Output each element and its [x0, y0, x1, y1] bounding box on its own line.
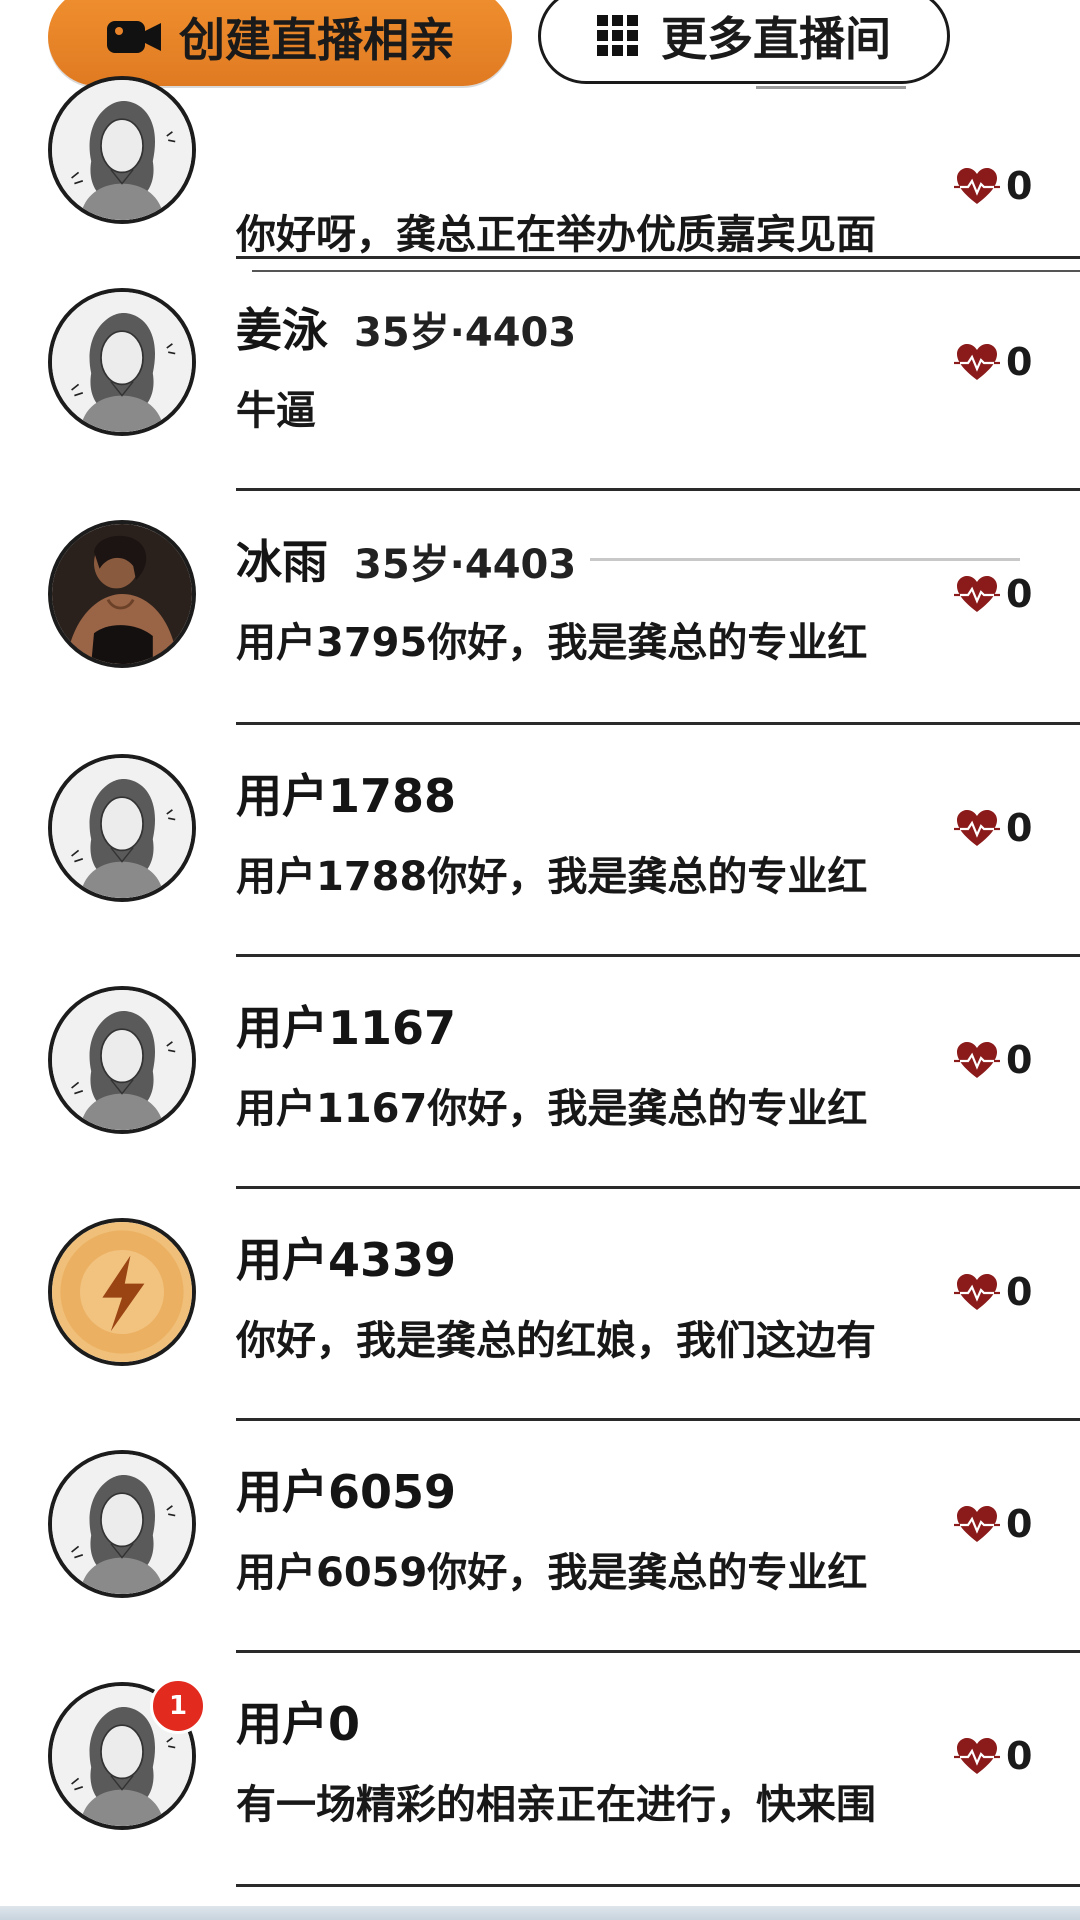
user-name: 用户6059	[236, 1465, 457, 1519]
avatar	[48, 520, 196, 668]
user-name: 用户0	[236, 1697, 361, 1751]
message-preview: 用户1167你好，我是龚总的专业红	[236, 1086, 868, 1132]
heartbeat-icon	[954, 1272, 1000, 1312]
message-preview: 用户1788你好，我是龚总的专业红	[236, 854, 868, 900]
like-indicator: 0	[954, 1270, 1032, 1314]
video-camera-icon	[105, 17, 163, 57]
unread-badge: 1	[150, 1678, 206, 1734]
like-count: 0	[1006, 1270, 1033, 1314]
message-preview: 你好，我是龚总的红娘，我们这边有	[236, 1318, 876, 1364]
heartbeat-icon	[954, 1040, 1000, 1080]
divider	[236, 722, 1080, 725]
divider	[236, 488, 1080, 491]
divider	[236, 1418, 1080, 1421]
name-line: 用户4339	[236, 1224, 456, 1290]
message-preview: 你好呀，龚总正在举办优质嘉宾见面	[236, 212, 876, 258]
user-name: 用户1788	[236, 769, 457, 823]
user-name: 用户4339	[236, 1233, 457, 1287]
name-line: 用户1167	[236, 992, 456, 1058]
name-line: 冰雨 35岁·4403	[236, 526, 576, 592]
list-item[interactable]: 姜泳 35岁·4403 牛逼 0	[0, 288, 1080, 520]
user-meta: 35岁·4403	[354, 310, 577, 356]
decorative-stroke	[590, 558, 1020, 561]
message-preview: 用户6059你好，我是龚总的专业红	[236, 1550, 868, 1596]
create-live-matchmaking-button[interactable]: 创建直播相亲	[48, 0, 512, 86]
like-count: 0	[1006, 1502, 1033, 1546]
bottom-edge	[0, 1906, 1080, 1920]
divider	[236, 1650, 1080, 1653]
list-item[interactable]: 用户1788 用户1788你好，我是龚总的专业红 0	[0, 754, 1080, 986]
heartbeat-icon	[954, 808, 1000, 848]
divider	[236, 256, 1080, 259]
name-line: 姜泳 35岁·4403	[236, 294, 576, 360]
list-item[interactable]: 你好呀，龚总正在举办优质嘉宾见面 0	[0, 76, 1080, 308]
list-item[interactable]: 1 用户0 有一场精彩的相亲正在进行，快来围 0	[0, 1678, 1080, 1914]
message-preview: 有一场精彩的相亲正在进行，快来围	[236, 1782, 876, 1828]
like-count: 0	[1006, 1038, 1033, 1082]
divider	[236, 1884, 1080, 1887]
message-preview: 用户3795你好，我是龚总的专业红	[236, 620, 868, 666]
user-name: 冰雨	[236, 535, 328, 589]
name-line: 用户0	[236, 1688, 360, 1754]
like-indicator: 0	[954, 340, 1032, 384]
avatar	[48, 76, 196, 224]
user-meta: 35岁·4403	[354, 542, 577, 588]
heartbeat-icon	[954, 574, 1000, 614]
user-name: 姜泳	[236, 303, 328, 357]
heartbeat-icon	[954, 166, 1000, 206]
like-indicator: 0	[954, 164, 1032, 208]
more-live-label: 更多直播间	[661, 12, 891, 66]
name-line: 用户1788	[236, 760, 456, 826]
name-line: 用户6059	[236, 1456, 456, 1522]
avatar	[48, 288, 196, 436]
avatar	[48, 986, 196, 1134]
like-count: 0	[1006, 164, 1033, 208]
heartbeat-icon	[954, 1736, 1000, 1776]
user-name: 用户1167	[236, 1001, 457, 1055]
divider	[236, 1186, 1080, 1189]
like-indicator: 0	[954, 1502, 1032, 1546]
create-live-label: 创建直播相亲	[179, 13, 455, 67]
like-indicator: 0	[954, 806, 1032, 850]
like-count: 0	[1006, 806, 1033, 850]
grid-icon	[597, 15, 639, 57]
like-indicator: 0	[954, 572, 1032, 616]
avatar	[48, 1218, 196, 1366]
avatar	[48, 754, 196, 902]
message-preview: 牛逼	[236, 388, 316, 434]
like-indicator: 0	[954, 1734, 1032, 1778]
heartbeat-icon	[954, 342, 1000, 382]
heartbeat-icon	[954, 1504, 1000, 1544]
avatar	[48, 1450, 196, 1598]
divider	[236, 954, 1080, 957]
like-count: 0	[1006, 1734, 1033, 1778]
like-indicator: 0	[954, 1038, 1032, 1082]
list-item[interactable]: 冰雨 35岁·4403 用户3795你好，我是龚总的专业红 0	[0, 520, 1080, 752]
like-count: 0	[1006, 572, 1033, 616]
more-live-rooms-button[interactable]: 更多直播间	[538, 0, 950, 84]
list-item[interactable]: 用户6059 用户6059你好，我是龚总的专业红 0	[0, 1450, 1080, 1682]
list-item[interactable]: 用户1167 用户1167你好，我是龚总的专业红 0	[0, 986, 1080, 1218]
list-item[interactable]: 用户4339 你好，我是龚总的红娘，我们这边有 0	[0, 1218, 1080, 1450]
like-count: 0	[1006, 340, 1033, 384]
divider	[252, 270, 1080, 272]
